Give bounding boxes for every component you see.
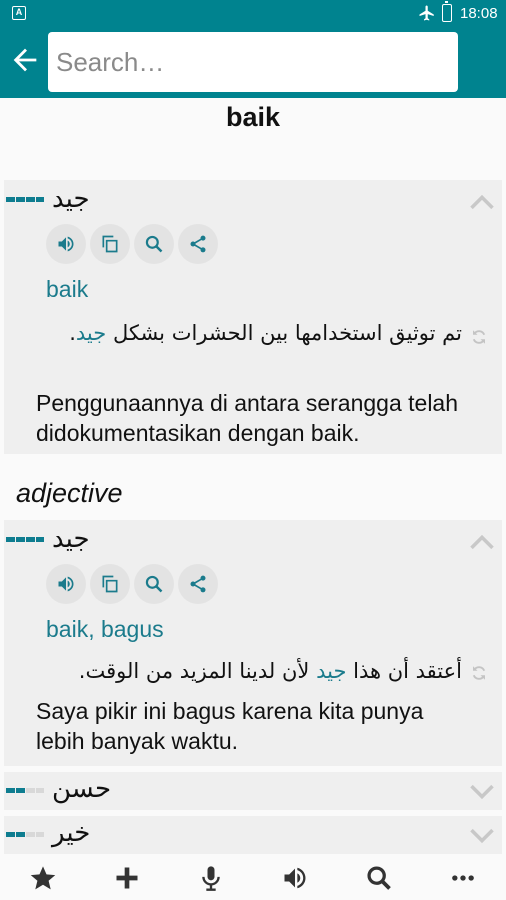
example-highlight[interactable]: جيد bbox=[316, 659, 346, 683]
frequency-indicator bbox=[6, 832, 44, 838]
pronounce-button[interactable] bbox=[46, 564, 86, 604]
example-arabic-text: لأن لدينا المزيد من الوقت. bbox=[78, 659, 310, 683]
refresh-icon[interactable] bbox=[470, 328, 488, 346]
frequency-indicator bbox=[6, 537, 44, 543]
example-translation: Saya pikir ini bagus karena kita punya l… bbox=[36, 698, 424, 754]
example-translation: Penggunaannya di antara serangga telah d… bbox=[36, 390, 459, 446]
translation-link[interactable]: baik, bagus bbox=[46, 616, 164, 643]
search-entry-button[interactable] bbox=[134, 224, 174, 264]
entry-word: حسن bbox=[52, 774, 112, 804]
entry-word: جيد bbox=[52, 524, 90, 554]
search-field[interactable] bbox=[48, 32, 458, 92]
example-arabic: تم توثيق استخدامها بين الحشرات بشكل جيد. bbox=[64, 316, 462, 350]
chevron-up-icon[interactable] bbox=[468, 192, 496, 212]
frequency-indicator bbox=[6, 197, 44, 203]
plus-icon[interactable] bbox=[112, 864, 142, 892]
page-title: baik bbox=[225, 102, 281, 132]
speaker-icon bbox=[58, 236, 74, 252]
copy-button[interactable] bbox=[90, 224, 130, 264]
part-of-speech-label: adjective bbox=[16, 478, 123, 508]
collapsed-entry[interactable]: خير bbox=[4, 816, 502, 854]
share-icon bbox=[190, 235, 206, 253]
share-button[interactable] bbox=[178, 564, 218, 604]
example-arabic-text: أعتقد أن هذا bbox=[353, 659, 462, 683]
example-arabic-text: تم توثيق استخدامها بين الحشرات بشكل bbox=[112, 321, 462, 345]
search-icon bbox=[145, 235, 163, 253]
translation-link[interactable]: baik bbox=[46, 276, 88, 303]
bottom-navigation bbox=[0, 854, 506, 900]
star-icon[interactable] bbox=[28, 864, 58, 892]
share-button[interactable] bbox=[178, 224, 218, 264]
chevron-down-icon[interactable] bbox=[468, 782, 496, 802]
search-icon[interactable] bbox=[364, 864, 394, 892]
search-entry-button[interactable] bbox=[134, 564, 174, 604]
chevron-up-icon[interactable] bbox=[468, 532, 496, 552]
battery-icon bbox=[442, 1, 452, 22]
search-input[interactable] bbox=[56, 47, 458, 78]
search-icon bbox=[145, 575, 163, 593]
entry-card: جيد baik تم توثيق استخدامها بين الحشرات … bbox=[4, 180, 502, 454]
dictionary-content: baik جيد baik تم توثيق استخدامها بين الح… bbox=[0, 98, 506, 854]
airplane-mode-icon bbox=[419, 5, 434, 21]
microphone-icon[interactable] bbox=[196, 864, 226, 892]
more-icon[interactable] bbox=[448, 864, 478, 892]
copy-icon bbox=[102, 235, 118, 253]
clock: 18:08 bbox=[460, 5, 498, 22]
copy-button[interactable] bbox=[90, 564, 130, 604]
collapsed-entry[interactable]: حسن bbox=[4, 772, 502, 810]
refresh-icon[interactable] bbox=[470, 664, 488, 682]
entry-card: جيد baik, bagus أعتقد أن هذا جيد لأن لدي… bbox=[4, 520, 502, 766]
entry-word: جيد bbox=[52, 184, 90, 214]
entry-word: خير bbox=[52, 818, 91, 848]
speaker-icon[interactable] bbox=[280, 864, 310, 892]
status-bar: A 18:08 bbox=[0, 0, 506, 28]
frequency-indicator bbox=[6, 788, 44, 794]
share-icon bbox=[190, 575, 206, 593]
example-highlight[interactable]: جيد bbox=[76, 321, 106, 345]
example-arabic-punct: . bbox=[69, 321, 76, 345]
pronounce-button[interactable] bbox=[46, 224, 86, 264]
toolbar bbox=[0, 28, 506, 98]
app-notification-icon: A bbox=[12, 6, 26, 20]
copy-icon bbox=[102, 575, 118, 593]
example-arabic: أعتقد أن هذا جيد لأن لدينا المزيد من الو… bbox=[24, 654, 462, 688]
arrow-left-icon[interactable] bbox=[8, 43, 42, 77]
speaker-icon bbox=[58, 576, 74, 592]
chevron-down-icon[interactable] bbox=[468, 826, 496, 846]
